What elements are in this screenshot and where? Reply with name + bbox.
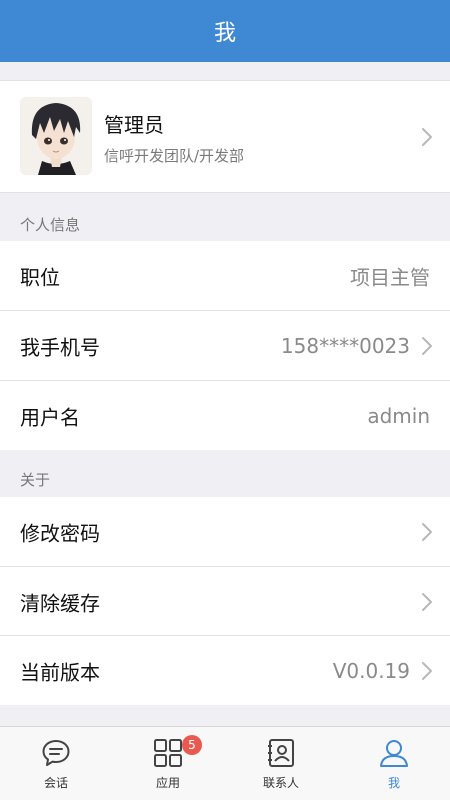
username-label: 用户名 (20, 405, 80, 429)
tab-contacts-label: 联系人 (262, 776, 299, 790)
chevron-right-icon (420, 127, 434, 147)
avatar (20, 97, 92, 175)
tab-apps-label: 应用 (155, 776, 180, 790)
section-label-about: 关于 (20, 471, 51, 489)
position-value: 项目主管 (350, 265, 430, 289)
position-label: 职位 (20, 265, 60, 289)
tab-chat-label: 会话 (43, 776, 68, 790)
tab-contacts[interactable]: 联系人 (225, 727, 337, 800)
tab-me[interactable]: 我 (338, 727, 450, 800)
chevron-right-icon (420, 661, 434, 681)
contacts-icon (265, 737, 297, 769)
change-password-label: 修改密码 (20, 521, 100, 545)
section-label-personal: 个人信息 (20, 216, 81, 234)
bottom-tab-bar: 会话 5 应用 联系人 我 (0, 726, 450, 800)
chevron-right-icon (420, 592, 434, 612)
clear-cache-row[interactable]: 清除缓存 (0, 567, 450, 636)
phone-row[interactable]: 我手机号 158****0023 (0, 311, 450, 380)
version-row[interactable]: 当前版本 V0.0.19 (0, 636, 450, 705)
change-password-row[interactable]: 修改密码 (0, 497, 450, 566)
tab-apps[interactable]: 5 应用 (112, 727, 224, 800)
profile-team: 信呼开发团队/开发部 (104, 147, 245, 165)
apps-grid-icon (152, 737, 184, 769)
phone-value: 158****0023 (280, 333, 410, 358)
tab-me-label: 我 (387, 776, 400, 790)
phone-label: 我手机号 (20, 335, 100, 359)
version-value: V0.0.19 (332, 658, 410, 683)
chevron-right-icon (420, 522, 434, 542)
version-label: 当前版本 (20, 660, 100, 684)
tab-chat[interactable]: 会话 (0, 727, 112, 800)
clear-cache-label: 清除缓存 (20, 591, 100, 615)
chat-icon (40, 737, 72, 769)
username-value: admin (367, 403, 430, 428)
user-icon (378, 737, 410, 769)
username-row: 用户名 admin (0, 381, 450, 450)
top-nav-bar: 我 (0, 0, 450, 62)
profile-name: 管理员 (104, 113, 164, 137)
position-row: 职位 项目主管 (0, 241, 450, 310)
profile-card[interactable]: 管理员 信呼开发团队/开发部 (0, 80, 450, 193)
apps-badge: 5 (182, 735, 202, 755)
chevron-right-icon (420, 336, 434, 356)
page-title: 我 (213, 21, 236, 46)
